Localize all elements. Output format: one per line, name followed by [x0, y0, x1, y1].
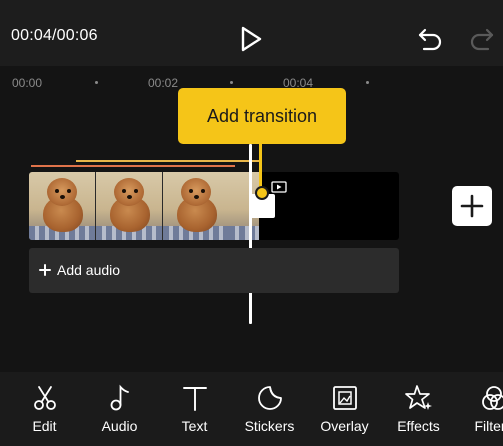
timecode: 00:04/00:06	[11, 27, 98, 44]
sticker-icon	[258, 386, 282, 410]
cover-icon[interactable]	[271, 181, 287, 193]
add-clip-button[interactable]	[452, 186, 492, 226]
audio-mark-line	[31, 165, 235, 167]
undo-icon	[418, 28, 442, 51]
overlay-icon	[333, 386, 357, 410]
clip-thumbnail[interactable]	[96, 172, 162, 240]
plus-icon	[39, 264, 51, 276]
tool-audio[interactable]: Audio	[82, 382, 157, 442]
tooltip-pointer	[259, 144, 262, 188]
clip-thumbnail[interactable]	[29, 172, 95, 240]
plus-icon	[460, 194, 484, 218]
bottom-toolbar: Edit Audio Text Stickers Overlay Effects…	[0, 372, 503, 446]
play-button[interactable]	[236, 22, 266, 56]
undo-button[interactable]	[416, 26, 444, 52]
playhead[interactable]	[249, 144, 252, 324]
redo-icon	[470, 28, 494, 51]
tool-label: Effects	[397, 418, 440, 434]
star-icon	[405, 385, 432, 410]
tool-label: Audio	[101, 418, 138, 434]
ruler-label: 00:00	[12, 76, 43, 90]
text-icon	[183, 387, 207, 411]
add-audio-label: Add audio	[57, 262, 121, 278]
tool-overlay[interactable]: Overlay	[307, 382, 382, 442]
clip-thumbnail[interactable]	[163, 172, 229, 240]
scissors-icon	[34, 386, 56, 410]
tool-stickers[interactable]: Stickers	[232, 382, 307, 442]
play-icon	[241, 26, 262, 52]
video-track[interactable]	[29, 172, 399, 240]
tool-label: Filters	[474, 418, 503, 434]
ruler-dot	[95, 81, 98, 84]
tool-edit[interactable]: Edit	[7, 382, 82, 442]
redo-button[interactable]	[468, 26, 496, 52]
video-editor: 00:04/00:06 00:00 00:02 00:04 Add transi…	[0, 0, 503, 446]
add-transition-tooltip[interactable]: Add transition	[178, 88, 346, 144]
music-note-icon	[110, 384, 129, 411]
ruler-label: 00:02	[148, 76, 179, 90]
tool-label: Text	[181, 418, 208, 434]
tool-label: Stickers	[244, 418, 295, 434]
tool-effects[interactable]: Effects	[381, 382, 456, 442]
add-audio-button[interactable]: Add audio	[29, 248, 399, 293]
filter-icon	[482, 386, 503, 410]
keyframe-line	[76, 160, 260, 162]
ruler-dot	[366, 81, 369, 84]
tool-filters[interactable]: Filters	[456, 382, 503, 442]
top-bar: 00:04/00:06	[0, 0, 503, 66]
tool-text[interactable]: Text	[157, 382, 232, 442]
tool-label: Edit	[32, 418, 57, 434]
transition-marker[interactable]	[255, 186, 269, 200]
tool-label: Overlay	[320, 418, 369, 434]
ruler-dot	[230, 81, 233, 84]
